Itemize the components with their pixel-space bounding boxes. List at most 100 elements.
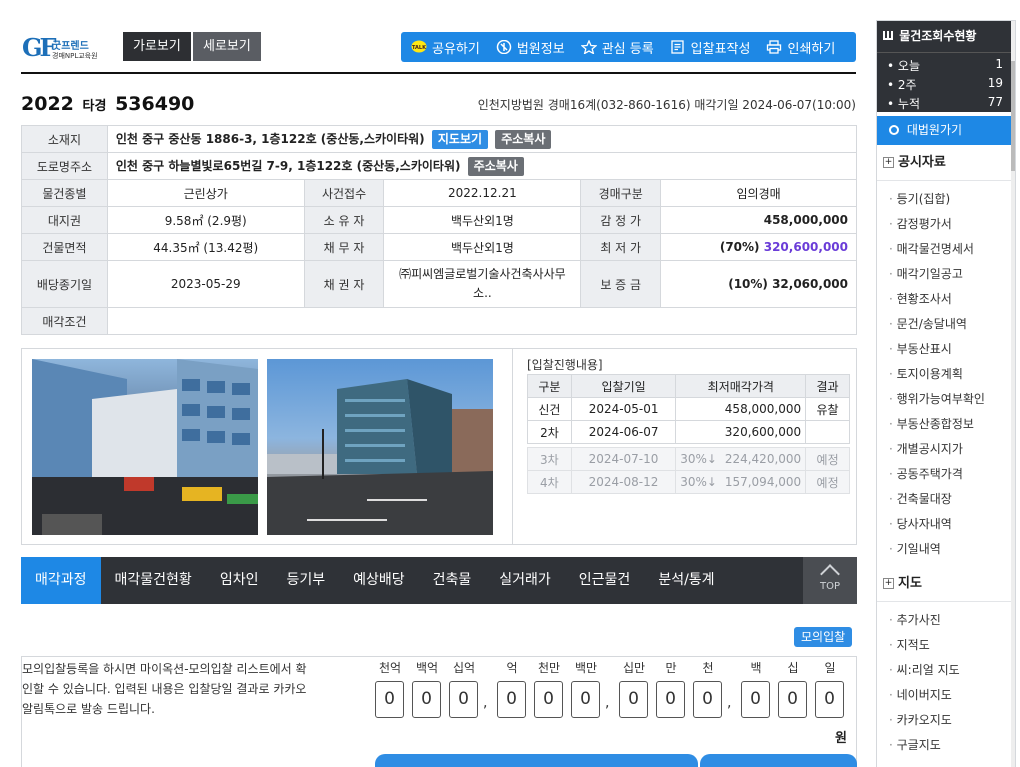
- tab-tenants[interactable]: 임차인: [206, 557, 273, 604]
- sidebar-item-building-ledger[interactable]: 건축물대장: [877, 487, 1015, 512]
- scroll-top-button[interactable]: TOP: [803, 557, 857, 604]
- sidebar-item-documents[interactable]: 문건/송달내역: [877, 312, 1015, 337]
- deposit-label: 보 증 금: [580, 260, 662, 308]
- building-area-value: 44.35㎡ (13.42평): [106, 233, 305, 261]
- digit-box[interactable]: 0: [571, 681, 600, 718]
- tab-expected-dividend[interactable]: 예상배당: [339, 557, 419, 604]
- tab-registry[interactable]: 등기부: [272, 557, 339, 604]
- sidebar-item-cadastral-map[interactable]: 지적도: [877, 633, 1015, 658]
- copy-address-button[interactable]: 주소복사: [495, 129, 552, 149]
- sidebar-item-registry[interactable]: 등기(집합): [877, 187, 1015, 212]
- sidebar-item-property-info[interactable]: 부동산종합정보: [877, 412, 1015, 437]
- bid-date: 2024-05-01: [570, 397, 677, 421]
- sidebar-item-appraisal[interactable]: 감정평가서: [877, 212, 1015, 237]
- sidebar-item-parties[interactable]: 당사자내역: [877, 512, 1015, 537]
- sidebar-item-seereal-map[interactable]: 씨:리얼 지도: [877, 658, 1015, 683]
- auction-type-label: 경매구분: [580, 179, 662, 207]
- sidebar-item-permit-check[interactable]: 행위가능여부확인: [877, 387, 1015, 412]
- court-info-button[interactable]: 법원정보: [496, 38, 565, 57]
- deposit-value: (10%) 32,060,000: [660, 260, 857, 308]
- photo-and-bidding-panel: [입찰진행내용] 구분 입찰기일 최저매각가격 결과 신건 2024-05-01…: [21, 348, 857, 545]
- tab-property-status[interactable]: 매각물건현황: [101, 557, 206, 604]
- future-date: 2024-08-12: [570, 470, 677, 494]
- view-stats-title: 물건조회수현황: [899, 29, 977, 43]
- print-label: 인쇄하기: [787, 41, 836, 57]
- future-bidding-table: 3차 2024-07-10 30%↓ 224,420,000 예정 4차 2024…: [527, 447, 850, 494]
- stat-label: 누적: [887, 95, 920, 114]
- section-public-docs[interactable]: + 공시자료: [877, 145, 1015, 181]
- property-photo-1[interactable]: [32, 359, 258, 535]
- table-row: 3차 2024-07-10 30%↓ 224,420,000 예정: [527, 447, 850, 471]
- mock-bid-button[interactable]: 모의입찰: [794, 627, 853, 647]
- sidebar-item-sale-spec[interactable]: 매각물건명세서: [877, 237, 1015, 262]
- debtor-label: 채 무 자: [303, 233, 385, 261]
- bid-result: 유찰: [805, 397, 850, 421]
- tab-building[interactable]: 건축물: [419, 557, 486, 604]
- sidebar-scrollbar[interactable]: [1011, 21, 1015, 767]
- minimum-price-label: 최 저 가: [580, 233, 662, 261]
- property-photo-2[interactable]: [267, 359, 493, 535]
- creditor-value: ㈜피씨엠글로벌기술사건축사사무소..: [383, 260, 582, 308]
- creditor-label: 채 권 자: [303, 260, 385, 308]
- court-info-label: 법원정보: [516, 41, 565, 57]
- sidebar-item-survey[interactable]: 현황조사서: [877, 287, 1015, 312]
- section-map[interactable]: + 지도: [877, 566, 1015, 602]
- scrollbar-thumb[interactable]: [1011, 61, 1015, 171]
- future-price-cell: 30%↓ 157,094,000: [675, 470, 807, 494]
- unit-label: 백만: [574, 661, 598, 675]
- stat-two-weeks: 2주 19: [877, 76, 1015, 95]
- sidebar-item-property-display[interactable]: 부동산표시: [877, 337, 1015, 362]
- digit-box[interactable]: 0: [693, 681, 722, 718]
- table-row: 2차 2024-06-07 320,600,000: [527, 420, 850, 444]
- sidebar-item-sale-notice[interactable]: 매각기일공고: [877, 262, 1015, 287]
- sidebar-item-kakao-map[interactable]: 카카오지도: [877, 708, 1015, 733]
- horizontal-view-button[interactable]: 가로보기: [123, 32, 191, 61]
- supreme-court-link[interactable]: 대법원가기: [877, 116, 1015, 145]
- dividend-deadline-label: 배당종기일: [21, 260, 108, 308]
- brand-logo[interactable]: GF 굿프렌드 경매NPL교육원: [22, 33, 102, 63]
- bid-price: 320,600,000: [675, 420, 807, 444]
- sidebar-item-housing-price[interactable]: 공동주택가격: [877, 462, 1015, 487]
- sidebar-item-schedule[interactable]: 기일내역: [877, 537, 1015, 562]
- digit-box[interactable]: 0: [815, 681, 844, 718]
- mock-bid-submit-button[interactable]: [375, 754, 698, 767]
- add-favorite-button[interactable]: 관심 등록: [580, 38, 654, 57]
- unit-label: 십: [787, 661, 799, 675]
- digit-box[interactable]: 0: [449, 681, 478, 718]
- col-result: 결과: [805, 374, 850, 398]
- table-row: 매각조건: [21, 307, 858, 335]
- digit-box[interactable]: 0: [497, 681, 526, 718]
- property-type-label: 물건종별: [21, 179, 108, 207]
- court-icon: [496, 40, 512, 54]
- view-stats-header: 물건조회수현황: [877, 21, 1015, 52]
- digit-box[interactable]: 0: [412, 681, 441, 718]
- mock-bid-list-button[interactable]: [700, 754, 857, 767]
- bid-round: 신건: [527, 397, 572, 421]
- print-button[interactable]: 인쇄하기: [766, 38, 835, 57]
- copy-road-address-button[interactable]: 주소복사: [467, 156, 524, 176]
- address-value: 인천 중구 중산동 1886-3, 1층122호 (중산동,스카이타워): [115, 131, 425, 146]
- table-row: 배당종기일 2023-05-29 채 권 자 ㈜피씨엠글로벌기술사건축사사무소.…: [21, 260, 857, 308]
- digit-box[interactable]: 0: [619, 681, 648, 718]
- tab-nearby-properties[interactable]: 인근물건: [565, 557, 645, 604]
- future-status: 예정: [805, 447, 850, 471]
- col-round: 구분: [527, 374, 572, 398]
- map-view-button[interactable]: 지도보기: [431, 129, 489, 149]
- tab-actual-transactions[interactable]: 실거래가: [485, 557, 565, 604]
- sidebar-item-naver-map[interactable]: 네이버지도: [877, 683, 1015, 708]
- sidebar-item-land-use[interactable]: 토지이용계획: [877, 362, 1015, 387]
- sidebar-item-google-map[interactable]: 구글지도: [877, 733, 1015, 758]
- digit-box[interactable]: 0: [656, 681, 685, 718]
- minimum-price-cell: (70%) 320,600,000: [660, 233, 857, 261]
- tab-analysis-stats[interactable]: 분석/통계: [644, 557, 728, 604]
- tab-sale-process[interactable]: 매각과정: [21, 557, 101, 604]
- sidebar-item-extra-photos[interactable]: 추가사진: [877, 608, 1015, 633]
- vertical-view-button[interactable]: 세로보기: [193, 32, 261, 61]
- share-button[interactable]: TALK 공유하기: [411, 38, 480, 57]
- digit-box[interactable]: 0: [778, 681, 807, 718]
- digit-box[interactable]: 0: [375, 681, 404, 718]
- digit-box[interactable]: 0: [741, 681, 770, 718]
- bid-form-button[interactable]: 입찰표작성: [670, 38, 750, 57]
- digit-box[interactable]: 0: [534, 681, 563, 718]
- sidebar-item-land-price[interactable]: 개별공시지가: [877, 437, 1015, 462]
